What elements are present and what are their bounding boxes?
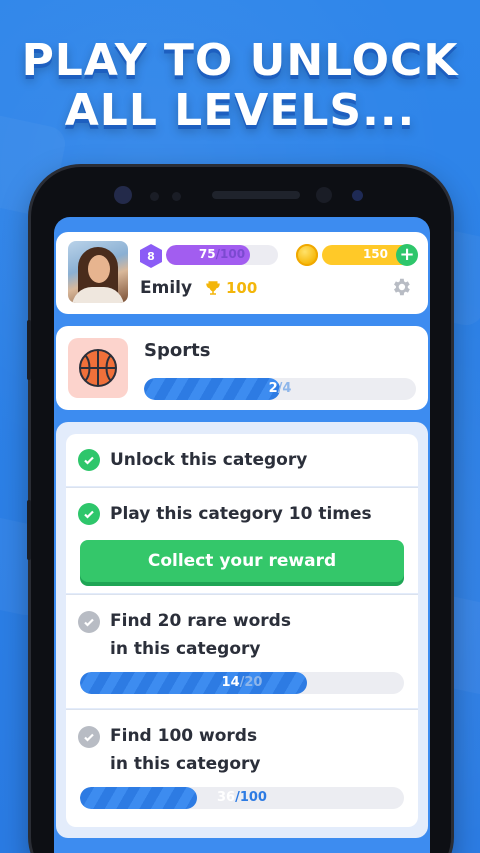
category-progress-current: 2 [268, 381, 278, 396]
task-progress-text: 36/100 [80, 790, 404, 805]
coin-count: 150 [362, 247, 388, 261]
coin-icon [296, 244, 318, 266]
trophy-icon [206, 281, 220, 295]
xp-current: 75 [198, 247, 216, 261]
category-icon-tile [68, 338, 128, 398]
task-item: Find 100 words in this category [66, 709, 418, 827]
task-progress-bar: 36/100 [80, 787, 404, 809]
task-progress-bar: 14/20 [80, 672, 404, 694]
xp-total: /100 [215, 247, 246, 261]
xp-text: 75/100 [166, 247, 278, 261]
player-name: Emily [140, 278, 193, 298]
front-camera-icon [114, 186, 132, 204]
camera-icon [316, 187, 332, 203]
task-text-line-1: Find 100 words [110, 726, 258, 746]
task-progress-current: 14 [221, 675, 240, 690]
collect-reward-button[interactable]: Collect your reward [80, 540, 404, 582]
add-coins-button[interactable]: + [396, 244, 418, 266]
task-text-line-2: in this category [110, 639, 261, 659]
category-name: Sports [144, 340, 211, 361]
trophy-count: 100 [226, 279, 258, 297]
category-progress-text: 2/4 [144, 381, 416, 396]
phone-side-button [27, 500, 31, 560]
check-icon [78, 449, 100, 471]
sensor-icon [150, 192, 159, 201]
task-progress-total: /100 [235, 790, 267, 805]
task-text-line-1: Find 20 rare words [110, 611, 291, 631]
basketball-icon [79, 349, 117, 387]
phone-side-button [27, 320, 31, 380]
task-text: Play this category 10 times [110, 504, 372, 524]
headline-line-1: PLAY TO UNLOCK [21, 35, 459, 86]
plus-icon: + [399, 244, 415, 265]
category-progress-bar: 2/4 [144, 378, 416, 400]
headline-line-2: ALL LEVELS... [64, 85, 416, 136]
sensor-icon [172, 192, 181, 201]
profile-card: 8 75/100 150 + Emily 100 [56, 232, 428, 314]
avatar[interactable] [68, 241, 128, 303]
xp-progress-bar: 75/100 [166, 245, 278, 265]
task-progress-total: /20 [239, 675, 263, 690]
category-card[interactable]: Sports 2/4 [56, 326, 428, 410]
level-badge: 8 [140, 244, 162, 268]
task-progress-current: 36 [217, 790, 236, 805]
check-icon [78, 503, 100, 525]
task-item: Unlock this category [66, 434, 418, 486]
sensor-icon [352, 190, 363, 201]
gear-icon[interactable] [390, 276, 412, 298]
speaker-grille [212, 191, 300, 199]
task-text-line-2: in this category [110, 754, 261, 774]
task-progress-text: 14/20 [80, 675, 404, 690]
check-icon [78, 726, 100, 748]
task-text: Unlock this category [110, 450, 308, 470]
headline: PLAY TO UNLOCK ALL LEVELS... [0, 36, 480, 136]
check-icon [78, 611, 100, 633]
category-progress-total: /4 [277, 381, 292, 396]
